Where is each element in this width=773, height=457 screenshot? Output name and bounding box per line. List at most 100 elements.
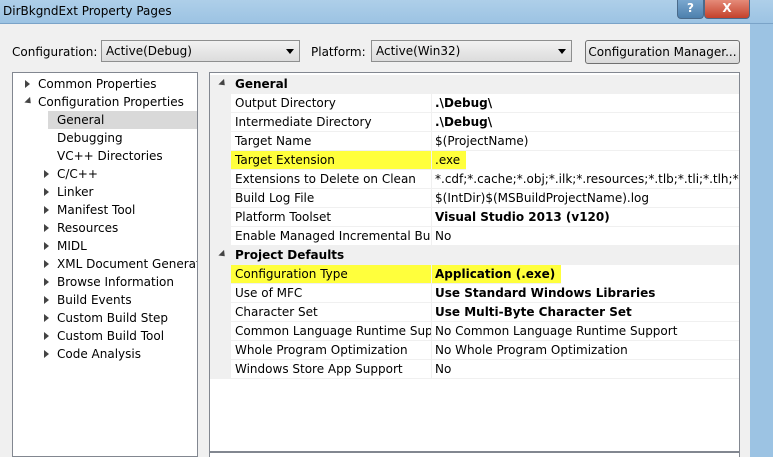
tree-item-label: MIDL [57, 239, 87, 253]
property-row[interactable]: Platform Toolset Visual Studio 2013 (v120… [210, 208, 739, 227]
category-project-defaults[interactable]: Project Defaults [210, 246, 739, 265]
tree-item-label: Configuration Properties [38, 95, 184, 109]
close-button[interactable]: X [704, 0, 750, 19]
category-general[interactable]: General [210, 75, 739, 94]
category-label: Project Defaults [235, 248, 345, 262]
property-value[interactable]: .\Debug\ [432, 94, 739, 113]
collapsed-arrow-icon[interactable] [44, 224, 49, 232]
property-name: Platform Toolset [231, 208, 432, 227]
property-name: Whole Program Optimization [231, 341, 432, 360]
tree-item-label: Linker [57, 185, 94, 199]
property-value[interactable]: Visual Studio 2013 (v120) [432, 208, 739, 227]
tree-item[interactable]: Manifest Tool [13, 201, 197, 219]
expand-arrow-icon[interactable] [218, 249, 228, 260]
property-value[interactable]: Application (.exe) [432, 265, 562, 284]
tree-item[interactable]: Custom Build Tool [13, 327, 197, 345]
property-name: Build Log File [231, 189, 432, 208]
collapsed-arrow-icon[interactable] [25, 80, 30, 88]
configuration-combo[interactable]: Active(Debug) [101, 40, 300, 62]
chevron-down-icon [558, 49, 566, 54]
platform-label: Platform: [311, 45, 366, 59]
chevron-down-icon [286, 49, 294, 54]
row-margin [210, 132, 231, 151]
tree-item[interactable]: VC++ Directories [13, 147, 197, 165]
property-value[interactable]: No Whole Program Optimization [432, 341, 739, 360]
property-value[interactable]: Use Multi-Byte Character Set [432, 303, 739, 322]
tree-item[interactable]: C/C++ [13, 165, 197, 183]
collapsed-arrow-icon[interactable] [44, 206, 49, 214]
property-value[interactable]: Use Standard Windows Libraries [432, 284, 739, 303]
tree-item[interactable]: Code Analysis [13, 345, 197, 363]
property-name: Extensions to Delete on Clean [231, 170, 432, 189]
property-tree[interactable]: Common Properties Configuration Propertie… [12, 72, 198, 457]
property-row[interactable]: Common Language Runtime SupportNo Common… [210, 322, 739, 341]
property-row[interactable]: Extensions to Delete on Clean *.cdf;*.cac… [210, 170, 739, 189]
help-button[interactable]: ? [677, 0, 704, 19]
collapsed-arrow-icon[interactable] [44, 170, 49, 178]
property-row[interactable]: Use of MFC Use Standard Windows Libraries [210, 284, 739, 303]
property-name: Target Name [231, 132, 432, 151]
property-value[interactable]: No [432, 227, 739, 246]
property-row[interactable]: Character Set Use Multi-Byte Character Se… [210, 303, 739, 322]
property-name: Target Extension [231, 151, 432, 170]
row-margin [210, 151, 231, 170]
configuration-value: Active(Debug) [106, 44, 192, 58]
property-value[interactable]: No [432, 360, 739, 379]
tree-item[interactable]: MIDL [13, 237, 197, 255]
collapsed-arrow-icon[interactable] [44, 188, 49, 196]
tree-item[interactable]: Linker [13, 183, 197, 201]
tree-item[interactable]: Common Properties [13, 75, 197, 93]
tree-item-label: Resources [57, 221, 119, 235]
configuration-label: Configuration: [12, 45, 98, 59]
property-value[interactable]: No Common Language Runtime Support [432, 322, 739, 341]
platform-value: Active(Win32) [376, 44, 461, 58]
collapsed-arrow-icon[interactable] [44, 296, 49, 304]
row-margin [210, 208, 231, 227]
property-value[interactable]: $(IntDir)$(MSBuildProjectName).log [432, 189, 739, 208]
property-row[interactable]: Output Directory .\Debug\ [210, 94, 739, 113]
property-row[interactable]: Target Extension .exe [210, 151, 739, 170]
property-row[interactable]: Configuration Type Application (.exe) [210, 265, 739, 284]
property-name: Output Directory [231, 94, 432, 113]
row-margin [210, 113, 231, 132]
tree-item[interactable]: Build Events [13, 291, 197, 309]
title-bar: DirBkgndExt Property Pages ? X [0, 0, 773, 24]
collapsed-arrow-icon[interactable] [44, 242, 49, 250]
collapsed-arrow-icon[interactable] [44, 332, 49, 340]
property-row[interactable]: Target Name $(ProjectName) [210, 132, 739, 151]
property-value[interactable]: *.cdf;*.cache;*.obj;*.ilk;*.resources;*.… [432, 170, 739, 189]
expanded-arrow-icon[interactable] [24, 96, 34, 107]
tree-item[interactable]: XML Document Generator [13, 255, 197, 273]
property-row[interactable]: Enable Managed Incremental Build No [210, 227, 739, 246]
row-margin [210, 170, 231, 189]
collapsed-arrow-icon[interactable] [44, 278, 49, 286]
property-grid[interactable]: General Output Directory .\Debug\ Intermed… [209, 72, 740, 452]
collapsed-arrow-icon[interactable] [44, 260, 49, 268]
property-value[interactable]: $(ProjectName) [432, 132, 739, 151]
property-row[interactable]: Build Log File $(IntDir)$(MSBuildProjectN… [210, 189, 739, 208]
tree-item-label: Common Properties [38, 77, 157, 91]
tree-item-label: C/C++ [57, 167, 98, 181]
tree-item-label: XML Document Generator [57, 257, 198, 271]
platform-combo[interactable]: Active(Win32) [371, 40, 572, 62]
collapsed-arrow-icon[interactable] [44, 314, 49, 322]
tree-item[interactable]: Custom Build Step [13, 309, 197, 327]
tree-item-label: VC++ Directories [57, 149, 163, 163]
tree-item[interactable]: General [48, 111, 197, 129]
tree-item[interactable]: Browse Information [13, 273, 197, 291]
category-label: General [235, 77, 288, 91]
expand-arrow-icon[interactable] [218, 78, 228, 89]
tree-item[interactable]: Resources [13, 219, 197, 237]
tree-item[interactable]: Configuration Properties [13, 93, 197, 111]
tree-item-label: Build Events [57, 293, 132, 307]
collapsed-arrow-icon[interactable] [44, 350, 49, 358]
property-value[interactable]: .exe [432, 151, 467, 170]
tree-item-label: Custom Build Tool [57, 329, 165, 343]
row-margin [210, 322, 231, 341]
property-value[interactable]: .\Debug\ [432, 113, 739, 132]
property-row[interactable]: Intermediate Directory .\Debug\ [210, 113, 739, 132]
property-row[interactable]: Whole Program Optimization No Whole Progr… [210, 341, 739, 360]
configuration-manager-button[interactable]: Configuration Manager... [585, 40, 740, 64]
tree-item[interactable]: Debugging [13, 129, 197, 147]
property-row[interactable]: Windows Store App Support No [210, 360, 739, 379]
